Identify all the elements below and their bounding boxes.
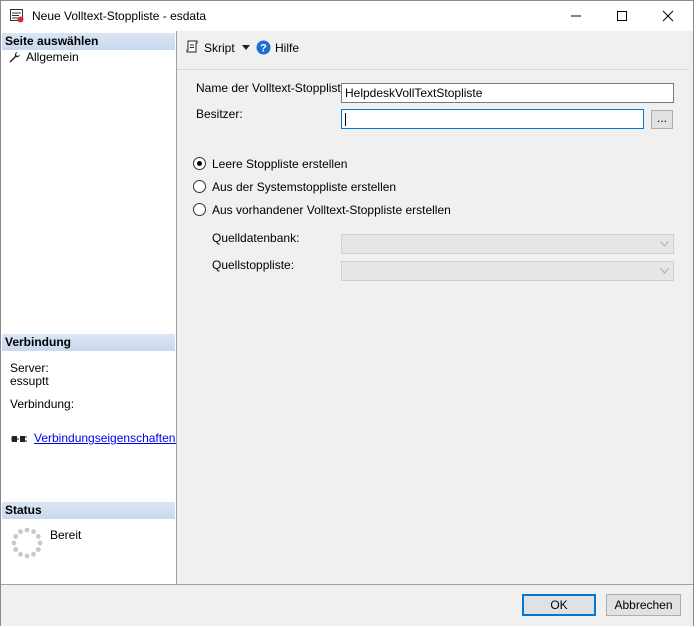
help-button[interactable]: ? Hilfe <box>256 40 306 56</box>
script-button[interactable]: Skript <box>185 40 253 56</box>
help-label: Hilfe <box>275 41 300 55</box>
radio-system-stoplist-label[interactable]: Aus der Systemstoppliste erstellen <box>212 180 396 194</box>
script-icon <box>186 40 198 53</box>
source-database-label: Quelldatenbank: <box>212 231 300 245</box>
connection-header: Verbindung <box>2 334 175 351</box>
maximize-button[interactable] <box>599 1 645 31</box>
ok-button[interactable]: OK <box>522 594 596 616</box>
owner-label: Besitzer: <box>196 107 243 121</box>
chevron-down-icon <box>660 268 669 274</box>
cancel-button[interactable]: Abbrechen <box>606 594 681 616</box>
help-icon: ? <box>256 40 271 55</box>
left-pane: Seite auswählen Allgemein Verbindung Ser… <box>1 31 177 584</box>
title-bar[interactable]: Neue Volltext-Stoppliste - esdata <box>1 1 693 31</box>
close-icon <box>662 10 674 22</box>
dialog-window: Neue Volltext-Stoppliste - esdata Seite … <box>0 0 694 626</box>
text-caret <box>345 113 346 126</box>
source-database-select <box>341 234 674 254</box>
maximize-icon <box>617 11 627 21</box>
progress-spinner-icon <box>11 527 43 559</box>
radio-empty-stoplist[interactable] <box>193 157 206 170</box>
radio-existing-stoplist[interactable] <box>193 203 206 216</box>
radio-system-stoplist[interactable] <box>193 180 206 193</box>
svg-text:?: ? <box>260 43 267 55</box>
plug-icon <box>11 436 27 442</box>
source-stoplist-select <box>341 261 674 281</box>
select-page-header: Seite auswählen <box>2 33 175 50</box>
close-button[interactable] <box>645 1 691 31</box>
stoplist-name-input[interactable]: HelpdeskVollTextStopliste <box>341 83 674 103</box>
owner-input[interactable] <box>341 109 644 129</box>
connection-properties-link[interactable]: Verbindungseigenschaften anzeigen <box>34 431 176 445</box>
nav-item-label: Allgemein <box>26 50 79 64</box>
minimize-icon <box>571 15 581 17</box>
source-stoplist-label: Quellstoppliste: <box>212 258 295 272</box>
script-label: Skript <box>204 41 235 55</box>
connection-label: Verbindung: <box>10 397 75 411</box>
connection-properties-row: Verbindungseigenschaften anzeigen <box>11 431 176 447</box>
dropdown-arrow-icon <box>242 45 250 50</box>
window-title: Neue Volltext-Stoppliste - esdata <box>32 9 207 23</box>
minimize-button[interactable] <box>553 1 599 31</box>
server-label: Server: <box>10 361 49 375</box>
status-header: Status <box>2 502 175 519</box>
owner-browse-button[interactable]: ... <box>651 110 673 129</box>
server-value: essuptt <box>10 374 49 388</box>
toolbar: Skript ? Hilfe <box>177 31 693 63</box>
bottom-bar: OK Abbrechen <box>1 584 693 626</box>
chevron-down-icon <box>660 241 669 247</box>
radio-empty-stoplist-label[interactable]: Leere Stoppliste erstellen <box>212 157 347 171</box>
radio-existing-stoplist-label[interactable]: Aus vorhandener Volltext-Stoppliste erst… <box>212 203 451 217</box>
status-value: Bereit <box>50 528 82 542</box>
stoplist-name-label: Name der Volltext-Stoppliste: <box>196 81 351 95</box>
stoplist-app-icon <box>10 9 24 23</box>
wrench-icon <box>9 52 20 63</box>
form-area: Name der Volltext-Stoppliste: HelpdeskVo… <box>177 69 689 585</box>
